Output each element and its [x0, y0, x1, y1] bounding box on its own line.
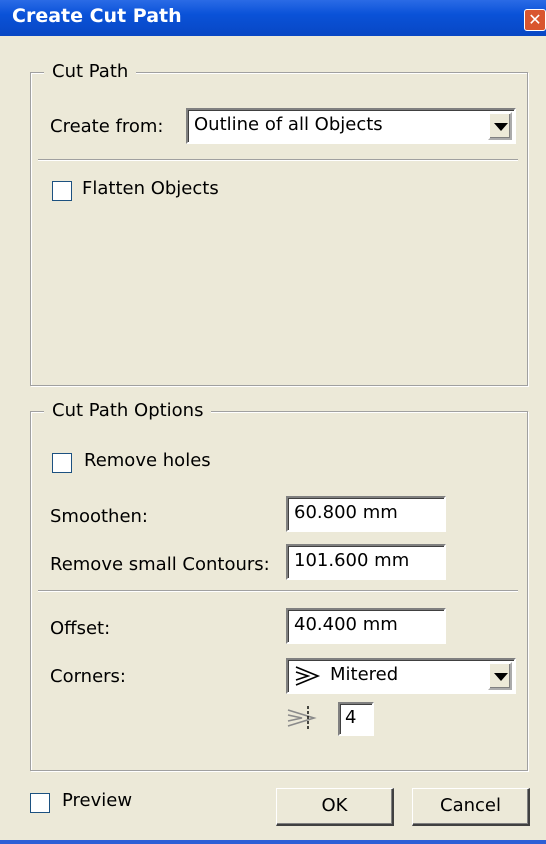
- window-bottom-border: [0, 840, 546, 844]
- create-from-value: Outline of all Objects: [194, 114, 383, 135]
- cut-path-options-legend: Cut Path Options: [44, 400, 212, 421]
- smoothen-input[interactable]: 60.800 mm: [286, 496, 446, 532]
- preview-label[interactable]: Preview: [62, 790, 132, 811]
- preview-checkbox[interactable]: [30, 793, 50, 813]
- cancel-button[interactable]: Cancel: [412, 788, 530, 826]
- chevron-down-icon: [494, 123, 508, 131]
- cut-path-legend: Cut Path: [44, 61, 137, 82]
- offset-label: Offset:: [50, 618, 111, 639]
- window-title: Create Cut Path: [12, 5, 182, 27]
- remove-small-contours-label: Remove small Contours:: [50, 554, 270, 575]
- remove-holes-label[interactable]: Remove holes: [84, 450, 211, 471]
- miter-limit-icon: [287, 706, 317, 730]
- create-from-label: Create from:: [50, 116, 164, 137]
- create-cut-path-dialog: Create Cut Path ✕ Cut Path Create from: …: [0, 0, 546, 844]
- cut-path-separator: [38, 159, 518, 161]
- corners-label: Corners:: [50, 666, 126, 687]
- offset-input[interactable]: 40.400 mm: [286, 608, 446, 644]
- flatten-objects-checkbox[interactable]: [52, 181, 72, 201]
- smoothen-label: Smoothen:: [50, 506, 148, 527]
- create-from-dropdown-arrow[interactable]: [488, 112, 512, 140]
- miter-corner-icon: [295, 666, 321, 686]
- dialog-body: Cut Path Create from: Outline of all Obj…: [4, 36, 546, 841]
- corners-dropdown-arrow[interactable]: [488, 662, 512, 690]
- ok-button[interactable]: OK: [276, 788, 394, 826]
- title-bar[interactable]: Create Cut Path ✕: [0, 0, 546, 36]
- close-icon: ✕: [528, 10, 542, 29]
- chevron-down-icon: [494, 673, 508, 681]
- miter-limit-input[interactable]: 4: [338, 702, 374, 736]
- flatten-objects-label[interactable]: Flatten Objects: [82, 178, 219, 199]
- close-button[interactable]: ✕: [524, 9, 546, 31]
- create-from-dropdown[interactable]: Outline of all Objects: [186, 108, 516, 144]
- corners-dropdown[interactable]: Mitered: [286, 658, 516, 694]
- options-separator: [38, 590, 518, 592]
- corners-value: Mitered: [330, 664, 399, 685]
- remove-small-contours-input[interactable]: 101.600 mm: [286, 544, 446, 580]
- remove-holes-checkbox[interactable]: [52, 453, 72, 473]
